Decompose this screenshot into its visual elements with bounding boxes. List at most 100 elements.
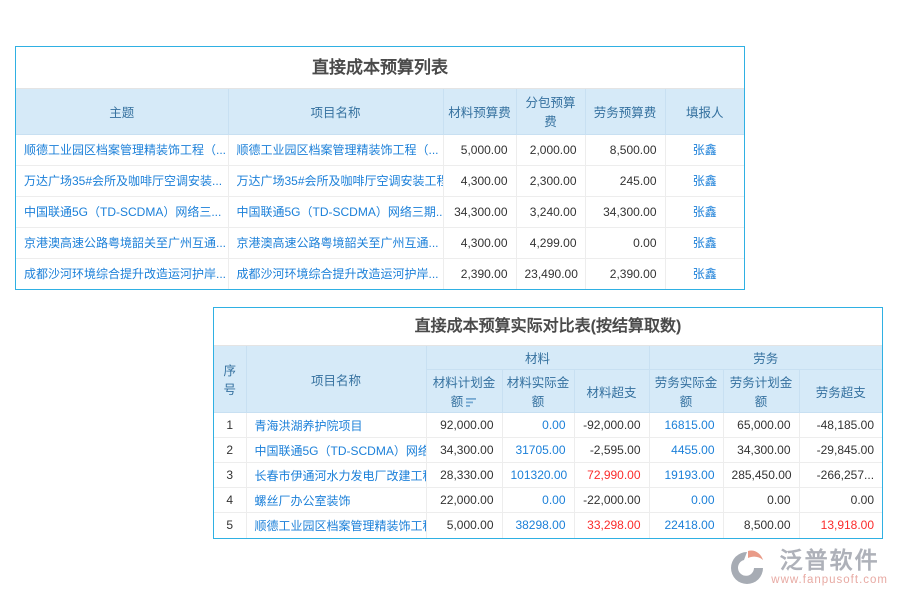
reporter-link[interactable]: 张鑫 (665, 196, 744, 227)
material-over-value: -92,000.00 (574, 413, 649, 438)
col-labor-over: 劳务超支 (799, 370, 882, 413)
col-material-plan-label: 材料计划金额 (433, 376, 496, 409)
reporter-link[interactable]: 张鑫 (665, 165, 744, 196)
subject-link[interactable]: 京港澳高速公路粤境韶关至广州互通... (16, 227, 228, 258)
labor-over-value: -266,257... (799, 463, 882, 488)
seq-value: 2 (214, 438, 246, 463)
col-material-budget: 材料预算费 (443, 89, 516, 134)
project-link[interactable]: 顺德工业园区档案管理精装饰工程 (246, 513, 426, 538)
material-plan-value: 28,330.00 (426, 463, 502, 488)
subcontract-budget-value: 23,490.00 (516, 258, 585, 289)
group-labor: 劳务 (649, 346, 882, 370)
material-plan-value: 22,000.00 (426, 488, 502, 513)
subject-link[interactable]: 万达广场35#会所及咖啡厅空调安装... (16, 165, 228, 196)
reporter-link[interactable]: 张鑫 (665, 258, 744, 289)
subcontract-budget-value: 2,300.00 (516, 165, 585, 196)
material-actual-link[interactable]: 101320.00 (502, 463, 574, 488)
material-actual-link[interactable]: 0.00 (502, 488, 574, 513)
seq-value: 3 (214, 463, 246, 488)
subject-link[interactable]: 成都沙河环境综合提升改造运河护岸... (16, 258, 228, 289)
labor-actual-link[interactable]: 0.00 (649, 488, 723, 513)
page-title: 直接成本预算列表 (16, 47, 744, 89)
table-header-row: 主题 项目名称 材料预算费 分包预算费 劳务预算费 填报人 (16, 89, 744, 134)
labor-actual-link[interactable]: 22418.00 (649, 513, 723, 538)
labor-actual-link[interactable]: 19193.00 (649, 463, 723, 488)
material-budget-value: 4,300.00 (443, 227, 516, 258)
labor-budget-value: 245.00 (585, 165, 665, 196)
labor-budget-value: 8,500.00 (585, 134, 665, 165)
col-reporter: 填报人 (665, 89, 744, 134)
labor-plan-value: 34,300.00 (723, 438, 799, 463)
material-plan-value: 92,000.00 (426, 413, 502, 438)
labor-plan-value: 8,500.00 (723, 513, 799, 538)
table-row: 京港澳高速公路粤境韶关至广州互通... 京港澳高速公路粤境韶关至广州互通... … (16, 227, 744, 258)
material-over-value: -2,595.00 (574, 438, 649, 463)
table-row: 5 顺德工业园区档案管理精装饰工程 5,000.00 38298.00 33,2… (214, 513, 882, 538)
labor-over-value: 13,918.00 (799, 513, 882, 538)
fanpu-logo-icon (727, 548, 767, 588)
brand-url: www.fanpusoft.com (771, 575, 888, 587)
budget-actual-comparison-card: 直接成本预算实际对比表(按结算取数) 序号 项目名称 材料 劳务 材料计划金额 … (213, 307, 883, 539)
comparison-table-title: 直接成本预算实际对比表(按结算取数) (214, 308, 882, 346)
material-actual-link[interactable]: 38298.00 (502, 513, 574, 538)
material-budget-value: 34,300.00 (443, 196, 516, 227)
table-row: 成都沙河环境综合提升改造运河护岸... 成都沙河环境综合提升改造运河护岸... … (16, 258, 744, 289)
labor-budget-value: 34,300.00 (585, 196, 665, 227)
direct-cost-budget-table: 主题 项目名称 材料预算费 分包预算费 劳务预算费 填报人 顺德工业园区档案管理… (16, 89, 744, 289)
material-over-value: 72,990.00 (574, 463, 649, 488)
sort-icon[interactable] (466, 398, 477, 407)
subject-link[interactable]: 中国联通5G（TD-SCDMA）网络三... (16, 196, 228, 227)
table-row: 中国联通5G（TD-SCDMA）网络三... 中国联通5G（TD-SCDMA）网… (16, 196, 744, 227)
reporter-link[interactable]: 张鑫 (665, 134, 744, 165)
labor-over-value: -29,845.00 (799, 438, 882, 463)
table-row: 万达广场35#会所及咖啡厅空调安装... 万达广场35#会所及咖啡厅空调安装工程… (16, 165, 744, 196)
material-over-value: -22,000.00 (574, 488, 649, 513)
subcontract-budget-value: 2,000.00 (516, 134, 585, 165)
material-actual-link[interactable]: 31705.00 (502, 438, 574, 463)
project-link[interactable]: 顺德工业园区档案管理精装饰工程（... (228, 134, 443, 165)
col-material-plan[interactable]: 材料计划金额 (426, 370, 502, 413)
col-project-name: 项目名称 (246, 346, 426, 413)
labor-over-value: -48,185.00 (799, 413, 882, 438)
col-subcontract-budget: 分包预算费 (516, 89, 585, 134)
table-row: 顺德工业园区档案管理精装饰工程（... 顺德工业园区档案管理精装饰工程（... … (16, 134, 744, 165)
project-link[interactable]: 螺丝厂办公室装饰 (246, 488, 426, 513)
budget-actual-comparison-table: 序号 项目名称 材料 劳务 材料计划金额 材料实际金额 材料超支 劳务实际金额 … (214, 346, 882, 538)
labor-actual-link[interactable]: 16815.00 (649, 413, 723, 438)
material-plan-value: 5,000.00 (426, 513, 502, 538)
seq-value: 4 (214, 488, 246, 513)
seq-value: 1 (214, 413, 246, 438)
reporter-link[interactable]: 张鑫 (665, 227, 744, 258)
project-link[interactable]: 长春市伊通河水力发电厂改建工程 (246, 463, 426, 488)
project-link[interactable]: 成都沙河环境综合提升改造运河护岸... (228, 258, 443, 289)
labor-plan-value: 285,450.00 (723, 463, 799, 488)
labor-actual-link[interactable]: 4455.00 (649, 438, 723, 463)
project-link[interactable]: 中国联通5G（TD-SCDMA）网络三期... (228, 196, 443, 227)
material-over-value: 33,298.00 (574, 513, 649, 538)
subject-link[interactable]: 顺德工业园区档案管理精装饰工程（... (16, 134, 228, 165)
col-subject: 主题 (16, 89, 228, 134)
col-labor-actual: 劳务实际金额 (649, 370, 723, 413)
table-row: 4 螺丝厂办公室装饰 22,000.00 0.00 -22,000.00 0.0… (214, 488, 882, 513)
col-material-actual: 材料实际金额 (502, 370, 574, 413)
project-link[interactable]: 青海洪湖养护院项目 (246, 413, 426, 438)
subcontract-budget-value: 4,299.00 (516, 227, 585, 258)
direct-cost-budget-list-card: 直接成本预算列表 主题 项目名称 材料预算费 分包预算费 劳务预算费 填报人 顺… (15, 46, 745, 290)
col-project-name: 项目名称 (228, 89, 443, 134)
project-link[interactable]: 万达广场35#会所及咖啡厅空调安装工程 (228, 165, 443, 196)
material-plan-value: 34,300.00 (426, 438, 502, 463)
material-budget-value: 5,000.00 (443, 134, 516, 165)
watermark-text: 泛普软件 www.fanpusoft.com (771, 549, 888, 587)
group-header-row: 序号 项目名称 材料 劳务 (214, 346, 882, 370)
project-link[interactable]: 京港澳高速公路粤境韶关至广州互通... (228, 227, 443, 258)
table-row: 2 中国联通5G（TD-SCDMA）网络三 34,300.00 31705.00… (214, 438, 882, 463)
col-labor-plan: 劳务计划金额 (723, 370, 799, 413)
group-material: 材料 (426, 346, 649, 370)
labor-plan-value: 65,000.00 (723, 413, 799, 438)
labor-plan-value: 0.00 (723, 488, 799, 513)
project-link[interactable]: 中国联通5G（TD-SCDMA）网络三 (246, 438, 426, 463)
material-budget-value: 2,390.00 (443, 258, 516, 289)
material-actual-link[interactable]: 0.00 (502, 413, 574, 438)
fanpu-watermark: 泛普软件 www.fanpusoft.com (727, 548, 888, 588)
subcontract-budget-value: 3,240.00 (516, 196, 585, 227)
